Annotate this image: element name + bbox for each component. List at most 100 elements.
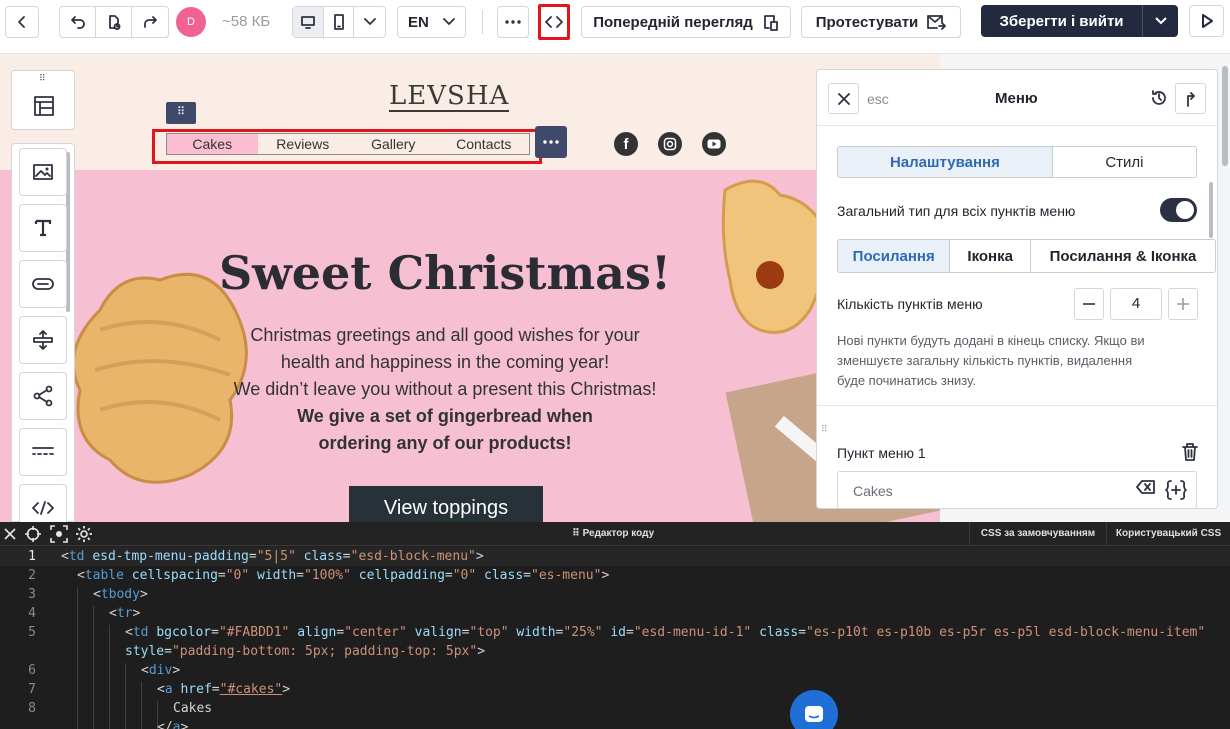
tab-css-default[interactable]: CSS за замовчуванням	[969, 522, 1106, 546]
save-exit-button[interactable]: Зберегти і вийти	[981, 5, 1143, 37]
history-button[interactable]	[1147, 86, 1171, 110]
divider-block-tool[interactable]	[19, 428, 67, 476]
device-switch	[292, 6, 386, 38]
indent-guide	[109, 625, 110, 729]
mail-send-icon	[927, 15, 947, 30]
esc-hint: esc	[867, 91, 889, 107]
play-icon	[1201, 14, 1213, 28]
menu-item-cakes[interactable]: Cakes	[167, 134, 258, 154]
button-block-tool[interactable]	[19, 260, 67, 308]
clear-text-icon[interactable]	[1136, 480, 1156, 494]
block-drag-handle[interactable]: ⠿	[166, 102, 196, 124]
tab-styles[interactable]: Стилі	[1053, 147, 1196, 177]
back-button[interactable]	[5, 6, 39, 38]
test-label: Протестувати	[815, 13, 919, 31]
increase-button[interactable]	[1168, 288, 1198, 320]
avatar-letter: D	[187, 16, 195, 28]
parent-block-button[interactable]	[1175, 83, 1206, 114]
more-button[interactable]	[497, 6, 529, 38]
more-dots-icon	[543, 140, 559, 144]
menu-type-switch: Посилання Іконка Посилання & Іконка	[837, 239, 1216, 273]
panel-scrollbar[interactable]	[1209, 182, 1213, 238]
line-number: 2	[28, 568, 36, 583]
focus-icon[interactable]	[50, 525, 68, 543]
line-number: 1	[28, 549, 36, 564]
block-options-button[interactable]	[535, 126, 567, 158]
tab-css-custom[interactable]: Користувацький CSS	[1106, 522, 1230, 546]
type-icon-option[interactable]: Іконка	[950, 240, 1031, 272]
gear-icon[interactable]	[75, 525, 93, 543]
desktop-view-button[interactable]	[293, 7, 324, 37]
decrease-button[interactable]	[1074, 288, 1104, 320]
structures-tool[interactable]: ⠿	[11, 70, 75, 130]
hero-title: Sweet Christmas!	[218, 246, 672, 300]
save-options-button[interactable]	[1143, 5, 1178, 37]
menu-item-reviews[interactable]: Reviews	[258, 134, 349, 154]
hero-bold-line: We give a set of gingerbread when	[297, 406, 593, 426]
menu-item-label: Пункт меню 1	[837, 445, 926, 461]
mobile-view-button[interactable]	[324, 7, 355, 37]
code-line: <tr>	[109, 606, 141, 621]
common-type-toggle[interactable]	[1160, 198, 1197, 222]
menu-settings-panel: esc Меню Налаштування Стилі Загальний ти…	[816, 69, 1218, 509]
close-panel-button[interactable]	[828, 83, 859, 114]
cta-button[interactable]: View toppings	[349, 486, 543, 522]
item-count-input[interactable]: 4	[1110, 288, 1162, 320]
image-block-tool[interactable]	[19, 148, 67, 196]
send-button[interactable]	[1189, 5, 1224, 37]
type-link-option[interactable]: Посилання	[838, 240, 951, 272]
text-block-tool[interactable]	[19, 204, 67, 252]
code-editor-panel: ⠿ Редактор коду CSS за замовчуванням Кор…	[0, 522, 1230, 729]
facebook-icon[interactable]: f	[614, 132, 638, 156]
line-number: 6	[28, 663, 36, 678]
divider-icon	[32, 447, 54, 455]
line-number: 5	[28, 625, 36, 640]
instagram-icon[interactable]	[658, 132, 682, 156]
code-editor-title: ⠿ Редактор коду	[572, 528, 654, 539]
panel-tabs: Налаштування Стилі	[837, 146, 1197, 178]
line-number: 8	[28, 701, 36, 716]
canvas-scrollbar[interactable]	[1222, 66, 1228, 166]
code-line: <tbody>	[93, 587, 148, 602]
close-icon[interactable]	[4, 528, 16, 540]
language-select[interactable]: EN	[397, 6, 466, 38]
support-chat-button[interactable]	[790, 690, 838, 729]
spacer-block-tool[interactable]	[19, 316, 67, 364]
device-dropdown-button[interactable]	[354, 7, 385, 37]
tab-settings[interactable]: Налаштування	[838, 147, 1053, 177]
avatar[interactable]: D	[176, 7, 206, 37]
menu-item-contacts[interactable]: Contacts	[439, 134, 530, 154]
versions-button[interactable]	[96, 7, 132, 37]
target-icon[interactable]	[24, 525, 42, 543]
code-line: <td bgcolor="#FABDD1" align="center" val…	[125, 625, 1206, 640]
menu-item-text-field[interactable]: Cakes	[837, 471, 1197, 508]
drag-dots-icon: ⠿	[572, 528, 583, 539]
file-history-icon	[108, 15, 120, 30]
hero-section: Sweet Christmas! Christmas greetings and…	[0, 170, 940, 522]
undo-button[interactable]	[60, 7, 96, 37]
email-size-label: ~58 КБ	[222, 13, 271, 30]
save-exit-label: Зберегти і вийти	[999, 12, 1124, 30]
delete-item-button[interactable]	[1181, 442, 1201, 462]
type-link-icon-option[interactable]: Посилання & Іконка	[1031, 240, 1215, 272]
panel-divider	[817, 405, 1217, 406]
chevron-down-icon	[1154, 17, 1167, 25]
mobile-icon	[333, 14, 344, 30]
code-editor-button[interactable]	[538, 4, 570, 40]
code-line: <td esd-tmp-menu-padding="5|5" class="es…	[61, 549, 484, 564]
menu-item-drag-handle[interactable]: ⠿	[821, 424, 828, 435]
social-block-tool[interactable]	[19, 372, 67, 420]
menu-item-gallery[interactable]: Gallery	[348, 134, 439, 154]
redo-button[interactable]	[132, 7, 168, 37]
html-block-tool[interactable]	[19, 484, 67, 522]
chevron-down-icon	[443, 18, 455, 25]
redo-icon	[144, 16, 157, 28]
drag-dots-icon: ⠿	[39, 73, 46, 83]
test-button[interactable]: Протестувати	[801, 6, 961, 38]
youtube-icon[interactable]	[702, 132, 726, 156]
indent-guide	[77, 587, 78, 729]
preview-button[interactable]: Попередній перегляд	[581, 6, 791, 38]
code-line: <a href="#cakes">	[157, 682, 291, 697]
more-dots-icon	[505, 20, 521, 24]
merge-tags-icon[interactable]	[1165, 480, 1187, 500]
